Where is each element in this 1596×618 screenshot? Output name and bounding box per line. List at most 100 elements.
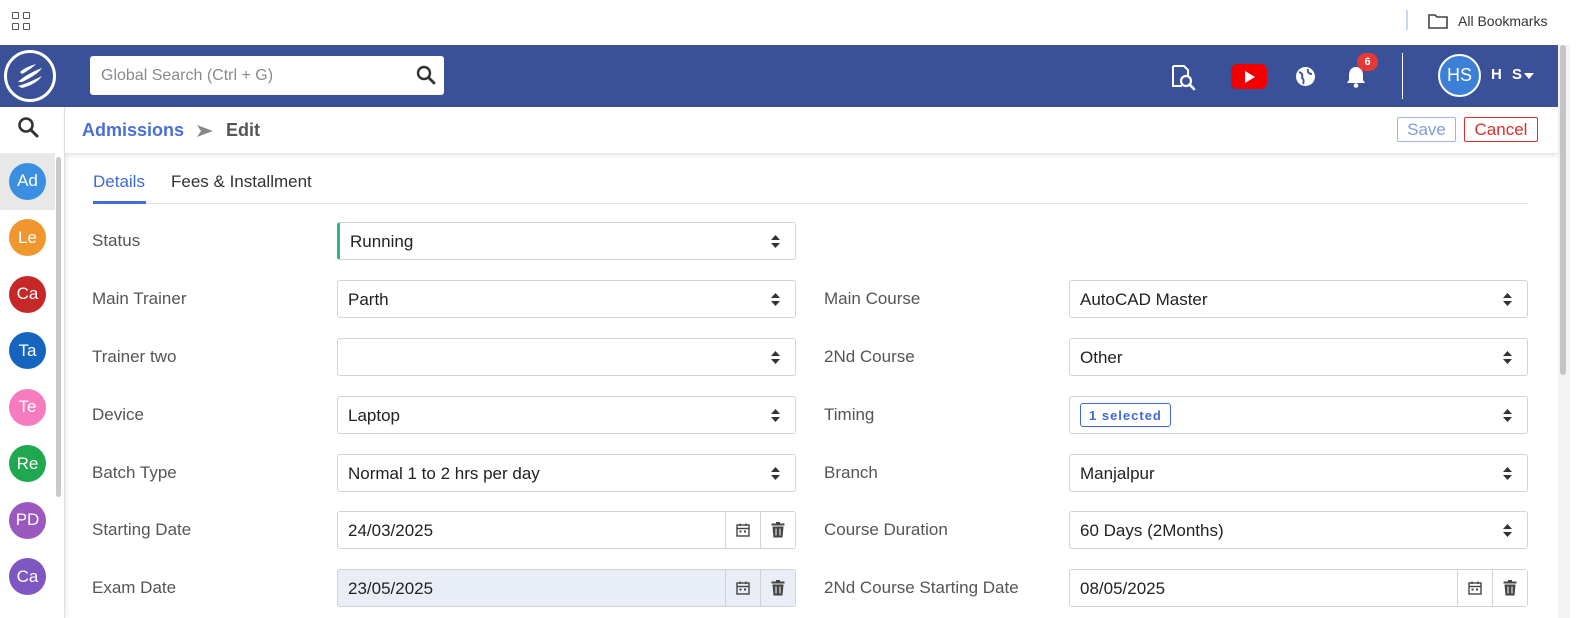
select-arrows-icon [1503,467,1512,480]
device-label: Device [92,405,144,424]
all-bookmarks-label: All Bookmarks [1458,13,1548,29]
cancel-button[interactable]: Cancel [1464,117,1538,142]
user-menu-caret-icon[interactable] [1524,73,1534,79]
sidebar-item-avatar: PD [9,501,46,539]
sidebar-item[interactable]: Ca [0,266,55,323]
select-arrows-icon [1503,351,1512,364]
window-scrollbar[interactable] [1558,45,1570,618]
calendar-button[interactable] [1457,570,1492,606]
trainer-two-select[interactable] [337,338,796,376]
folder-icon [1428,14,1448,29]
select-arrows-icon [771,351,780,364]
bookmarks-bar: All Bookmarks [0,0,1596,45]
all-bookmarks-button[interactable]: All Bookmarks [1428,11,1547,31]
document-search-icon[interactable] [1170,64,1196,91]
select-arrows-icon [1503,409,1512,422]
logo-hands-icon [18,64,42,88]
status-select[interactable]: Running [337,222,796,260]
sidebar-search-icon[interactable] [17,116,39,138]
select-arrows-icon [771,467,780,480]
sidebar-item[interactable]: Ca [0,549,55,606]
batch-type-label: Batch Type [92,463,177,482]
device-select[interactable]: Laptop [337,396,796,434]
batch-type-value: Normal 1 to 2 hrs per day [348,464,540,483]
starting-date-field[interactable]: 24/03/2025 [337,511,796,549]
sidebar-item-avatar: Ad [9,162,46,200]
main-trainer-select[interactable]: Parth [337,280,796,318]
breadcrumb: Admissions Edit [82,120,260,141]
select-arrows-icon [771,235,780,248]
sidebar-item-avatar: Re [9,445,46,483]
status-label: Status [92,231,141,250]
second-course-value: Other [1080,348,1123,367]
course-duration-select[interactable]: 60 Days (2Months) [1069,511,1528,549]
sidebar-item-avatar: Te [9,388,46,426]
second-course-starting-date-value: 08/05/2025 [1080,579,1166,598]
sidebar-item[interactable]: Ad [0,153,55,210]
app-logo[interactable] [4,50,56,102]
breadcrumb-admissions-link[interactable]: Admissions [82,120,184,141]
branch-label: Branch [824,463,878,482]
sidebar-item[interactable]: Le [0,210,55,267]
device-value: Laptop [348,406,400,425]
sidebar-item[interactable]: Ta [0,323,55,380]
trainer-two-label: Trainer two [92,347,177,366]
global-search-input[interactable] [90,56,400,95]
clear-date-button[interactable] [1492,570,1527,606]
sidebar-module-list: Ad Le Ca Ta Te Re PD Ca [0,153,55,605]
apps-grid-icon[interactable] [12,12,30,30]
window-scrollbar-thumb[interactable] [1560,45,1566,375]
starting-date-label: Starting Date [92,520,192,539]
search-icon[interactable] [416,65,436,85]
calendar-button[interactable] [725,512,760,548]
sidebar-item[interactable]: Te [0,379,55,436]
notification-count-badge: 6 [1357,53,1378,71]
breadcrumb-arrow-icon [197,124,214,137]
trash-icon [1503,580,1517,596]
timing-multiselect[interactable]: 1 selected [1069,396,1528,434]
sidebar: Ad Le Ca Ta Te Re PD Ca [0,107,65,618]
status-value: Running [350,232,414,251]
tab-details[interactable]: Details [93,172,145,192]
clear-date-button[interactable] [760,570,795,606]
sidebar-item-avatar: Ca [9,275,46,313]
main-course-select[interactable]: AutoCAD Master [1069,280,1528,318]
main-course-label: Main Course [824,289,921,308]
breadcrumb-bar: Admissions Edit Save Cancel [65,107,1558,154]
sidebar-scrollbar[interactable] [56,157,61,497]
main-course-value: AutoCAD Master [1080,290,1208,309]
sidebar-item[interactable]: PD [0,492,55,549]
header-divider [1402,53,1403,99]
select-arrows-icon [771,409,780,422]
global-search [90,56,444,95]
sidebar-item-avatar: Ca [9,558,46,596]
starting-date-value: 24/03/2025 [348,521,434,540]
tab-fees-installment[interactable]: Fees & Installment [171,172,312,192]
main-trainer-value: Parth [348,290,389,309]
exam-date-field[interactable]: 23/05/2025 [337,569,796,607]
select-arrows-icon [771,293,780,306]
user-name[interactable]: H S [1491,66,1525,83]
main-trainer-label: Main Trainer [92,289,187,308]
second-course-select[interactable]: Other [1069,338,1528,376]
second-course-starting-date-field[interactable]: 08/05/2025 [1069,569,1528,607]
globe-icon[interactable] [1295,66,1316,87]
calendar-button[interactable] [725,570,760,606]
active-tab-underline [93,201,146,204]
branch-value: Manjalpur [1080,464,1155,483]
sidebar-item-avatar: Ta [9,332,46,370]
youtube-icon[interactable] [1231,64,1267,89]
sidebar-item[interactable]: Re [0,436,55,493]
bookmarks-separator [1406,10,1408,30]
breadcrumb-current: Edit [226,120,261,140]
trash-icon [771,522,785,538]
clear-date-button[interactable] [760,512,795,548]
second-course-starting-date-label: 2Nd Course Starting Date [824,578,1019,597]
second-course-label: 2Nd Course [824,347,915,366]
select-arrows-icon [1503,293,1512,306]
calendar-icon [736,581,750,595]
user-avatar[interactable]: HS [1438,54,1481,97]
batch-type-select[interactable]: Normal 1 to 2 hrs per day [337,454,796,492]
save-button[interactable]: Save [1397,117,1456,142]
branch-select[interactable]: Manjalpur [1069,454,1528,492]
